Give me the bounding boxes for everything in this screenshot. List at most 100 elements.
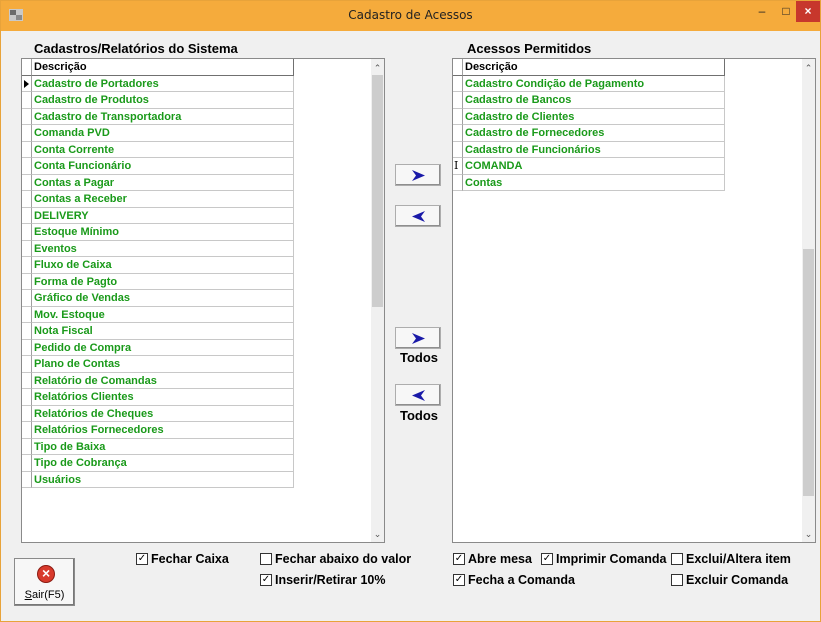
list-item[interactable]: Eventos (22, 240, 294, 257)
list-item[interactable]: Cadastro de Portadores (22, 75, 294, 92)
checkbox-box[interactable]: ✓ (453, 574, 465, 586)
scroll-down-icon[interactable]: ⌄ (802, 527, 815, 541)
list-item[interactable]: Cadastro de Fornecedores (453, 125, 725, 142)
right-scrollbar[interactable]: ⌃ ⌄ (802, 59, 815, 542)
fecha-comanda-checkbox[interactable]: ✓ Fecha a Comanda (453, 573, 575, 587)
list-item[interactable]: Conta Corrente (22, 141, 294, 158)
row-indicator (22, 158, 32, 175)
checkbox-box[interactable] (260, 553, 272, 565)
row-indicator (22, 191, 32, 208)
list-item[interactable]: Contas a Pagar (22, 174, 294, 191)
title-bar[interactable]: Cadastro de Acessos – □ × (1, 1, 820, 31)
right-panel-title: Acessos Permitidos (467, 41, 592, 56)
list-item[interactable]: Plano de Contas (22, 356, 294, 373)
row-indicator (22, 372, 32, 389)
imprimir-comanda-checkbox[interactable]: ✓ Imprimir Comanda (541, 552, 666, 566)
fechar-caixa-checkbox[interactable]: ✓ Fechar Caixa (136, 552, 229, 566)
list-item[interactable]: Cadastro de Bancos (453, 92, 725, 109)
left-scrollbar[interactable]: ⌃ ⌄ (371, 59, 384, 542)
arrow-left-icon (412, 211, 425, 222)
checkbox-box[interactable]: ✓ (136, 553, 148, 565)
remove-all-label: Todos (400, 408, 439, 423)
list-item[interactable]: DELIVERY (22, 207, 294, 224)
close-button[interactable]: × (796, 1, 820, 22)
list-item[interactable]: Cadastro Condição de Pagamento (453, 75, 725, 92)
scroll-thumb[interactable] (372, 75, 383, 307)
available-list[interactable]: Descrição Cadastro de Portadores Cadastro… (21, 58, 385, 543)
list-item-label: Plano de Contas (32, 356, 294, 373)
maximize-button[interactable]: □ (774, 1, 798, 22)
list-item-label: Relatório de Comandas (32, 372, 294, 389)
scroll-up-icon[interactable]: ⌃ (802, 61, 815, 75)
list-item[interactable]: Cadastro de Funcionários (453, 141, 725, 158)
arrow-right-icon (412, 333, 425, 344)
list-item-label: Cadastro Condição de Pagamento (463, 75, 725, 92)
list-item[interactable]: Contas a Receber (22, 191, 294, 208)
list-item[interactable]: Mov. Estoque (22, 306, 294, 323)
column-header[interactable]: Descrição (32, 59, 294, 76)
scroll-thumb[interactable] (803, 249, 814, 496)
list-item[interactable]: Relatórios Clientes (22, 389, 294, 406)
excluir-comanda-checkbox[interactable]: Excluir Comanda (671, 573, 788, 587)
list-item[interactable]: Relatório de Comandas (22, 372, 294, 389)
list-item-label: Cadastro de Funcionários (463, 141, 725, 158)
list-item[interactable]: Conta Funcionário (22, 158, 294, 175)
list-item[interactable]: Estoque Mínimo (22, 224, 294, 241)
row-indicator (22, 207, 32, 224)
row-indicator (453, 75, 463, 92)
column-header-row: Descrição (22, 59, 294, 76)
row-indicator (22, 323, 32, 340)
list-item[interactable]: Cadastro de Produtos (22, 92, 294, 109)
minimize-button[interactable]: – (750, 1, 774, 22)
list-item[interactable]: Nota Fiscal (22, 323, 294, 340)
list-item[interactable]: Tipo de Baixa (22, 438, 294, 455)
inserir-retirar-checkbox[interactable]: ✓ Inserir/Retirar 10% (260, 573, 385, 587)
list-item-label: Nota Fiscal (32, 323, 294, 340)
row-indicator (22, 455, 32, 472)
list-item[interactable]: Relatórios Fornecedores (22, 422, 294, 439)
column-header-row: Descrição (453, 59, 725, 76)
row-indicator (22, 471, 32, 488)
remove-selected-button[interactable] (395, 205, 441, 227)
row-pointer-icon (24, 79, 29, 88)
list-item[interactable]: Usuários (22, 471, 294, 488)
list-item[interactable]: Contas (453, 174, 725, 191)
abre-mesa-checkbox[interactable]: ✓ Abre mesa (453, 552, 532, 566)
scroll-up-icon[interactable]: ⌃ (371, 61, 384, 75)
list-item-label: Pedido de Compra (32, 339, 294, 356)
add-all-button[interactable] (395, 327, 441, 349)
exit-button[interactable]: Sair(F5) (14, 558, 75, 606)
fechar-abaixo-checkbox[interactable]: Fechar abaixo do valor (260, 552, 411, 566)
list-item-label: Contas a Pagar (32, 174, 294, 191)
list-item[interactable]: I COMANDA (453, 158, 725, 175)
list-item-label: Eventos (32, 240, 294, 257)
list-item[interactable]: Comanda PVD (22, 125, 294, 142)
list-item-label: Contas a Receber (32, 191, 294, 208)
list-item[interactable]: Forma de Pagto (22, 273, 294, 290)
list-item[interactable]: Relatórios de Cheques (22, 405, 294, 422)
row-indicator (22, 141, 32, 158)
checkbox-box[interactable]: ✓ (453, 553, 465, 565)
row-indicator (22, 422, 32, 439)
list-item[interactable]: Pedido de Compra (22, 339, 294, 356)
checkbox-box[interactable] (671, 553, 683, 565)
add-selected-button[interactable] (395, 164, 441, 186)
allowed-list[interactable]: Descrição Cadastro Condição de Pagamento… (452, 58, 816, 543)
list-item[interactable]: Cadastro de Clientes (453, 108, 725, 125)
column-header[interactable]: Descrição (463, 59, 725, 76)
remove-all-button[interactable] (395, 384, 441, 406)
scroll-down-icon[interactable]: ⌄ (371, 527, 384, 541)
list-item[interactable]: Cadastro de Transportadora (22, 108, 294, 125)
list-item[interactable]: Gráfico de Vendas (22, 290, 294, 307)
exclui-altera-checkbox[interactable]: Exclui/Altera item (671, 552, 791, 566)
row-indicator (22, 389, 32, 406)
checkbox-box[interactable]: ✓ (260, 574, 272, 586)
list-item-label: Forma de Pagto (32, 273, 294, 290)
list-item-label: Cadastro de Clientes (463, 108, 725, 125)
list-item[interactable]: Fluxo de Caixa (22, 257, 294, 274)
list-item[interactable]: Tipo de Cobrança (22, 455, 294, 472)
checkbox-box[interactable] (671, 574, 683, 586)
checkbox-box[interactable]: ✓ (541, 553, 553, 565)
row-indicator (22, 257, 32, 274)
row-indicator (22, 75, 32, 92)
